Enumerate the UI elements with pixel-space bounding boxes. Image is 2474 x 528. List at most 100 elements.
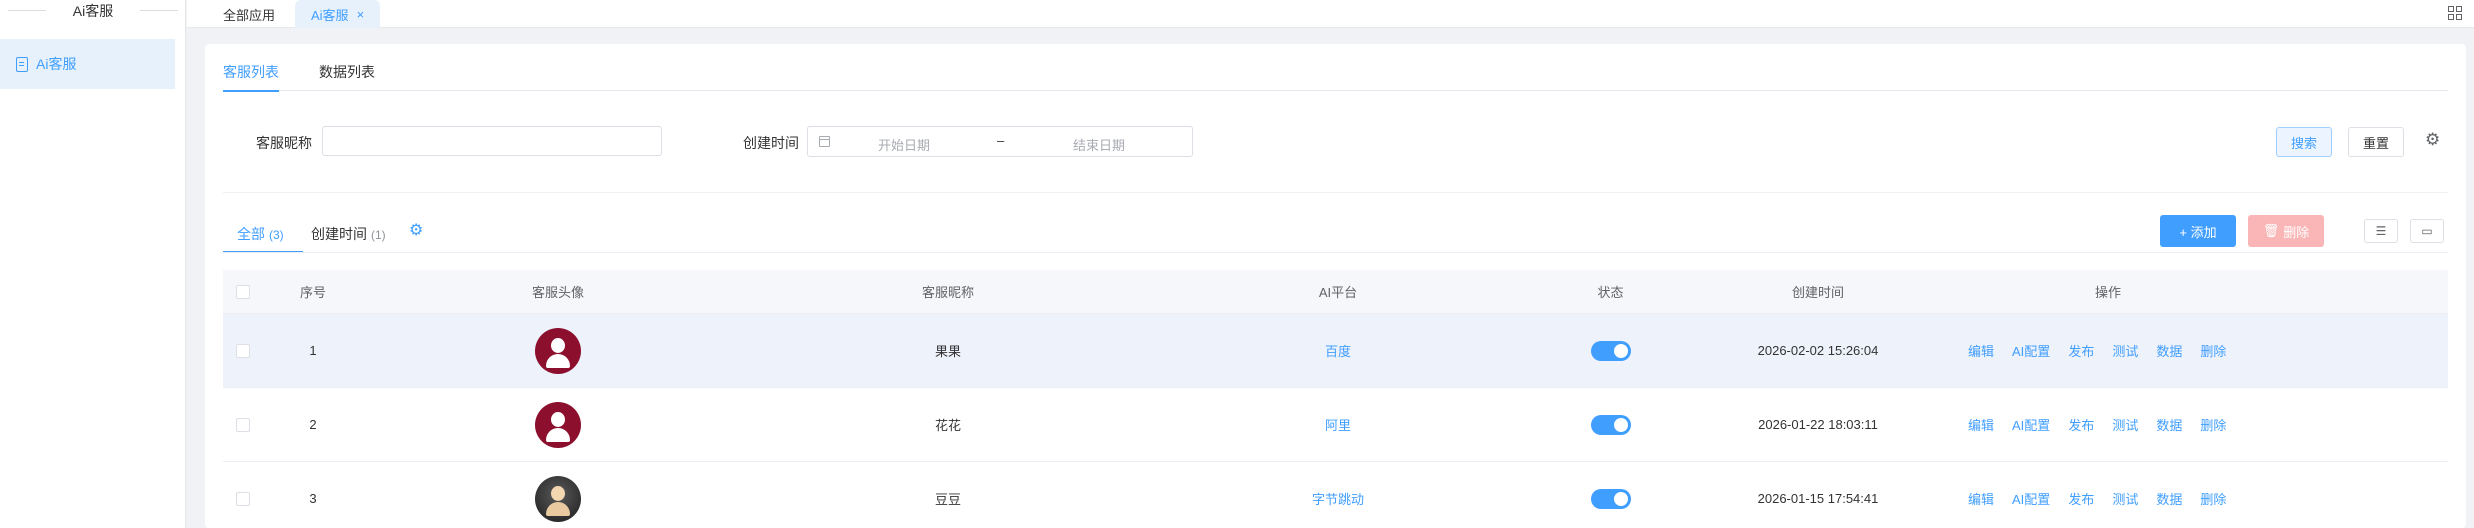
avatar-cell — [363, 462, 753, 528]
tab-created-time[interactable]: 创建时间 (1) — [311, 224, 386, 244]
created-cell: 2026-02-02 15:26:04 — [1757, 343, 1879, 358]
tab-bar: 全部应用 Ai客服 × — [187, 0, 2474, 28]
created-cell: 2026-01-15 17:54:41 — [1757, 491, 1879, 506]
platform-cell: 阿里 — [1143, 388, 1533, 461]
tab-label: 全部应用 — [223, 7, 276, 23]
nickname-label: 客服昵称 — [256, 135, 312, 151]
divider — [223, 192, 2448, 193]
publish-link[interactable]: 发布 — [2068, 489, 2094, 508]
col-header: 操作 — [2094, 285, 2121, 300]
date-range-picker[interactable]: 开始日期 – 结束日期 — [807, 126, 1193, 157]
main-panel: 客服列表 数据列表 客服昵称 创建时间 开始日期 – 结束日期 搜索 重置 ⚙ … — [205, 44, 2466, 528]
ai-config-link[interactable]: AI配置 — [2012, 415, 2050, 434]
table-row: 1 果果 百度 2026-02-02 15:26:04 编辑 AI配置 发布 测… — [223, 314, 2448, 388]
nickname-cell: 花花 — [934, 418, 961, 433]
row-checkbox[interactable] — [236, 343, 250, 358]
row-checkbox[interactable] — [236, 417, 250, 432]
range-separator: – — [997, 133, 1005, 148]
edit-link[interactable]: 编辑 — [1968, 415, 1994, 434]
actions-cell: 编辑 AI配置 发布 测试 数据 删除 — [1948, 314, 2268, 387]
publish-link[interactable]: 发布 — [2068, 415, 2094, 434]
platform-cell: 百度 — [1143, 314, 1533, 387]
tab-count: (3) — [269, 228, 284, 242]
delete-link[interactable]: 删除 — [2200, 415, 2226, 434]
status-cell — [1533, 314, 1688, 387]
sidebar-title: Ai客服 — [0, 0, 186, 22]
divider — [140, 10, 178, 11]
divider — [223, 252, 2448, 253]
publish-link[interactable]: 发布 — [2068, 341, 2094, 360]
delete-link[interactable]: 删除 — [2200, 341, 2226, 360]
test-link[interactable]: 测试 — [2112, 489, 2138, 508]
tab-data-list[interactable]: 数据列表 — [319, 62, 375, 91]
data-link[interactable]: 数据 — [2156, 341, 2182, 360]
close-icon[interactable]: × — [357, 7, 365, 22]
tab-ai-service[interactable]: Ai客服 × — [295, 0, 381, 28]
delete-button[interactable]: 🗑 删除 — [2248, 215, 2324, 247]
status-toggle[interactable] — [1590, 340, 1631, 361]
avatar — [535, 327, 581, 374]
edit-link[interactable]: 编辑 — [1968, 341, 1994, 360]
col-header: 序号 — [299, 285, 326, 300]
status-cell — [1533, 462, 1688, 528]
column-settings-icon[interactable]: ☰ — [2364, 219, 2398, 243]
grid-icon[interactable] — [2448, 6, 2462, 20]
edit-link[interactable]: 编辑 — [1968, 489, 1994, 508]
tab-label: Ai客服 — [311, 7, 349, 23]
platform-cell: 字节跳动 — [1143, 462, 1533, 528]
app-root: Ai客服 Ai客服 全部应用 Ai客服 × 客服列表 数据列表 客服昵称 创建时… — [0, 0, 2474, 528]
sidebar-item-ai-service[interactable]: Ai客服 — [0, 39, 175, 89]
col-header: 客服头像 — [531, 285, 584, 300]
col-header: AI平台 — [1318, 285, 1358, 300]
avatar — [535, 475, 581, 522]
tab-count: (1) — [371, 228, 386, 242]
sidebar: Ai客服 Ai客服 — [0, 0, 186, 528]
ai-config-link[interactable]: AI配置 — [2012, 341, 2050, 360]
row-checkbox[interactable] — [236, 491, 250, 506]
select-all-cell — [223, 270, 263, 313]
tab-service-list[interactable]: 客服列表 — [223, 62, 279, 92]
col-header: 客服昵称 — [921, 285, 974, 300]
platform-link[interactable]: 阿里 — [1325, 415, 1351, 434]
gear-icon[interactable]: ⚙ — [409, 220, 423, 240]
reset-button[interactable]: 重置 — [2348, 127, 2404, 157]
platform-link[interactable]: 百度 — [1325, 341, 1351, 360]
status-cell — [1533, 388, 1688, 461]
nickname-cell: 果果 — [934, 344, 961, 359]
avatar-cell — [363, 388, 753, 461]
folder-icon[interactable]: ▭ — [2410, 219, 2444, 243]
status-toggle[interactable] — [1590, 414, 1631, 435]
actions-cell: 编辑 AI配置 发布 测试 数据 删除 — [1948, 388, 2268, 461]
created-time-label: 创建时间 — [743, 135, 799, 151]
col-header: 状态 — [1597, 285, 1624, 300]
tab-label: 全部 — [237, 226, 265, 242]
row-select-cell — [223, 462, 263, 528]
seq-cell: 1 — [309, 343, 317, 358]
table-row: 2 花花 阿里 2026-01-22 18:03:11 编辑 AI配置 发布 测… — [223, 388, 2448, 462]
data-link[interactable]: 数据 — [2156, 415, 2182, 434]
add-button[interactable]: + 添加 — [2160, 215, 2236, 247]
sub-tabs: 客服列表 数据列表 — [223, 62, 2448, 92]
test-link[interactable]: 测试 — [2112, 341, 2138, 360]
tab-all[interactable]: 全部 (3) — [223, 224, 303, 253]
sidebar-item-label: Ai客服 — [36, 56, 77, 72]
platform-link[interactable]: 字节跳动 — [1312, 489, 1364, 508]
start-date-input[interactable]: 开始日期 — [878, 135, 930, 154]
seq-cell: 2 — [309, 417, 317, 432]
test-link[interactable]: 测试 — [2112, 415, 2138, 434]
nickname-input[interactable] — [322, 126, 662, 156]
gear-icon[interactable]: ⚙ — [2425, 130, 2440, 150]
row-select-cell — [223, 314, 263, 387]
select-all-checkbox[interactable] — [236, 284, 250, 299]
calendar-icon — [819, 136, 830, 147]
status-toggle[interactable] — [1590, 488, 1631, 509]
data-link[interactable]: 数据 — [2156, 489, 2182, 508]
tab-all-apps[interactable]: 全部应用 — [207, 0, 291, 28]
delete-link[interactable]: 删除 — [2200, 489, 2226, 508]
nickname-cell: 豆豆 — [934, 492, 961, 507]
end-date-input[interactable]: 结束日期 — [1073, 135, 1125, 154]
ai-config-link[interactable]: AI配置 — [2012, 489, 2050, 508]
created-cell: 2026-01-22 18:03:11 — [1758, 417, 1878, 432]
search-button[interactable]: 搜索 — [2276, 127, 2332, 157]
trash-icon: 🗑 — [2262, 223, 2280, 238]
